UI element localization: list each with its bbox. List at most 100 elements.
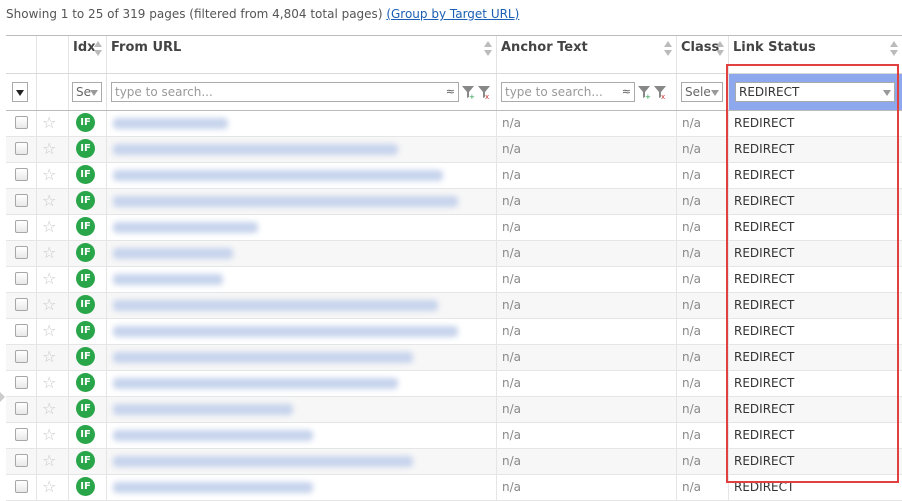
star-icon[interactable]: ☆ bbox=[42, 244, 56, 262]
row-checkbox[interactable] bbox=[15, 402, 28, 415]
row-idx-cell: IF bbox=[68, 423, 106, 448]
row-checkbox[interactable] bbox=[15, 246, 28, 259]
table-row[interactable]: ☆ IF n/a n/a REDIRECT bbox=[6, 345, 902, 371]
sort-icon[interactable] bbox=[890, 41, 898, 57]
table-row[interactable]: ☆ IF n/a n/a REDIRECT bbox=[6, 319, 902, 345]
star-icon[interactable]: ☆ bbox=[42, 114, 56, 132]
row-from-url-cell[interactable] bbox=[106, 475, 496, 500]
row-checkbox[interactable] bbox=[15, 454, 28, 467]
approx-match-icon[interactable]: ≈ bbox=[622, 83, 631, 101]
row-star-cell: ☆ bbox=[36, 397, 68, 422]
row-checkbox[interactable] bbox=[15, 194, 28, 207]
table-row[interactable]: ☆ IF n/a n/a REDIRECT bbox=[6, 241, 902, 267]
filter-clear-icon[interactable]: x bbox=[477, 84, 491, 100]
select-all-dropdown[interactable] bbox=[12, 82, 28, 102]
sort-icon[interactable] bbox=[716, 41, 724, 57]
row-from-url-cell[interactable] bbox=[106, 319, 496, 344]
svg-text:x: x bbox=[485, 93, 489, 100]
star-icon[interactable]: ☆ bbox=[42, 296, 56, 314]
class-filter-select[interactable]: Sele bbox=[681, 82, 723, 102]
row-link-status: REDIRECT bbox=[728, 449, 902, 474]
filter-add-icon[interactable]: + bbox=[461, 84, 475, 100]
row-checkbox[interactable] bbox=[15, 116, 28, 129]
row-from-url-cell[interactable] bbox=[106, 397, 496, 422]
anchor-text-column-header[interactable]: Anchor Text bbox=[496, 36, 676, 73]
star-icon[interactable]: ☆ bbox=[42, 322, 56, 340]
star-icon[interactable]: ☆ bbox=[42, 426, 56, 444]
from-url-column-header[interactable]: From URL bbox=[106, 36, 496, 73]
row-idx-cell: IF bbox=[68, 293, 106, 318]
class-column-header[interactable]: Class bbox=[676, 36, 728, 73]
row-from-url-cell[interactable] bbox=[106, 163, 496, 188]
row-from-url-cell[interactable] bbox=[106, 371, 496, 396]
row-from-url-cell[interactable] bbox=[106, 345, 496, 370]
row-from-url-cell[interactable] bbox=[106, 111, 496, 136]
star-icon[interactable]: ☆ bbox=[42, 140, 56, 158]
row-checkbox[interactable] bbox=[15, 376, 28, 389]
row-checkbox[interactable] bbox=[15, 350, 28, 363]
star-icon[interactable]: ☆ bbox=[42, 270, 56, 288]
link-status-column-header[interactable]: Link Status bbox=[728, 36, 902, 73]
star-icon[interactable]: ☆ bbox=[42, 374, 56, 392]
row-idx-cell: IF bbox=[68, 345, 106, 370]
idx-filter-cell: Se bbox=[68, 74, 106, 110]
row-class: n/a bbox=[676, 163, 728, 188]
row-checkbox[interactable] bbox=[15, 428, 28, 441]
table-row[interactable]: ☆ IF n/a n/a REDIRECT bbox=[6, 189, 902, 215]
anchor-text-search-input[interactable]: type to search... ≈ bbox=[501, 82, 635, 102]
table-row[interactable]: ☆ IF n/a n/a REDIRECT bbox=[6, 137, 902, 163]
row-star-cell: ☆ bbox=[36, 137, 68, 162]
filter-add-icon[interactable]: + bbox=[637, 84, 651, 100]
star-icon[interactable]: ☆ bbox=[42, 478, 56, 496]
row-checkbox[interactable] bbox=[15, 272, 28, 285]
row-from-url-cell[interactable] bbox=[106, 215, 496, 240]
left-scroll-handle[interactable] bbox=[0, 392, 5, 402]
row-checkbox-cell bbox=[6, 189, 36, 214]
row-checkbox[interactable] bbox=[15, 324, 28, 337]
link-status-filter-select[interactable]: REDIRECT bbox=[735, 82, 895, 102]
table-row[interactable]: ☆ IF n/a n/a REDIRECT bbox=[6, 267, 902, 293]
star-icon[interactable]: ☆ bbox=[42, 452, 56, 470]
table-row[interactable]: ☆ IF n/a n/a REDIRECT bbox=[6, 293, 902, 319]
row-from-url-cell[interactable] bbox=[106, 137, 496, 162]
star-icon[interactable]: ☆ bbox=[42, 166, 56, 184]
row-from-url-cell[interactable] bbox=[106, 293, 496, 318]
row-idx-cell: IF bbox=[68, 319, 106, 344]
blurred-url bbox=[113, 378, 398, 389]
approx-match-icon[interactable]: ≈ bbox=[446, 83, 455, 101]
row-class: n/a bbox=[676, 423, 728, 448]
table-row[interactable]: ☆ IF n/a n/a REDIRECT bbox=[6, 215, 902, 241]
star-icon[interactable]: ☆ bbox=[42, 348, 56, 366]
table-row[interactable]: ☆ IF n/a n/a REDIRECT bbox=[6, 163, 902, 189]
idx-column-header[interactable]: Idx bbox=[68, 36, 106, 73]
row-checkbox[interactable] bbox=[15, 220, 28, 233]
from-url-search-input[interactable]: type to search... ≈ bbox=[111, 82, 459, 102]
idx-filter-select[interactable]: Se bbox=[72, 82, 102, 102]
row-from-url-cell[interactable] bbox=[106, 449, 496, 474]
row-from-url-cell[interactable] bbox=[106, 241, 496, 266]
row-checkbox[interactable] bbox=[15, 298, 28, 311]
row-checkbox[interactable] bbox=[15, 168, 28, 181]
table-row[interactable]: ☆ IF n/a n/a REDIRECT bbox=[6, 397, 902, 423]
table-row[interactable]: ☆ IF n/a n/a REDIRECT bbox=[6, 475, 902, 501]
table-row[interactable]: ☆ IF n/a n/a REDIRECT bbox=[6, 371, 902, 397]
row-checkbox[interactable] bbox=[15, 480, 28, 493]
filter-clear-icon[interactable]: x bbox=[653, 84, 667, 100]
star-icon[interactable]: ☆ bbox=[42, 218, 56, 236]
sort-icon[interactable] bbox=[664, 41, 672, 57]
sort-icon[interactable] bbox=[484, 41, 492, 57]
table-row[interactable]: ☆ IF n/a n/a REDIRECT bbox=[6, 449, 902, 475]
row-checkbox[interactable] bbox=[15, 142, 28, 155]
table-row[interactable]: ☆ IF n/a n/a REDIRECT bbox=[6, 111, 902, 137]
sort-icon[interactable] bbox=[94, 41, 102, 57]
row-from-url-cell[interactable] bbox=[106, 189, 496, 214]
link-status-filter-value: REDIRECT bbox=[739, 85, 800, 99]
table-row[interactable]: ☆ IF n/a n/a REDIRECT bbox=[6, 423, 902, 449]
class-filter-value: Sele bbox=[685, 85, 711, 99]
star-icon[interactable]: ☆ bbox=[42, 192, 56, 210]
star-icon[interactable]: ☆ bbox=[42, 400, 56, 418]
group-by-target-url-link[interactable]: (Group by Target URL) bbox=[386, 7, 519, 21]
row-from-url-cell[interactable] bbox=[106, 423, 496, 448]
row-from-url-cell[interactable] bbox=[106, 267, 496, 292]
row-anchor-text: n/a bbox=[496, 475, 676, 500]
